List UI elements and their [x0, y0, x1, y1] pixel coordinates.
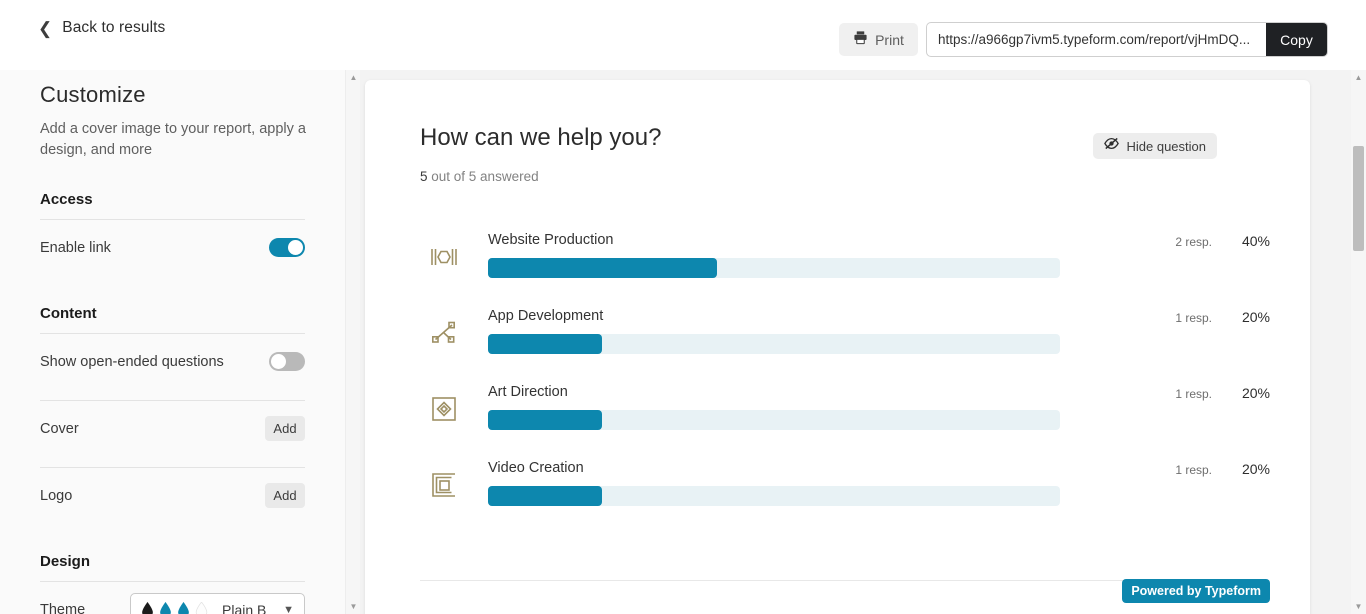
caret-up-icon[interactable]: ▲: [346, 70, 361, 85]
sidebar-scrollbar[interactable]: ▲ ▼: [345, 70, 360, 614]
layered-squares-icon: [427, 468, 461, 502]
page-title: Customize: [40, 82, 146, 107]
answer-bar-list: Website Production 2 resp. 40% App Devel…: [365, 232, 1310, 536]
theme-value: Plain B: [222, 601, 267, 614]
setting-row-theme: Theme Plain B ▼: [40, 582, 305, 614]
theme-swatch-droplet-icon: [142, 601, 153, 614]
hide-question-label: Hide question: [1126, 138, 1207, 154]
main-scrollbar[interactable]: ▲ ▼: [1351, 70, 1366, 614]
answer-bar-track: [488, 334, 1060, 354]
theme-swatch-droplet-icon: [178, 601, 189, 614]
section-heading-access: Access: [40, 191, 93, 209]
back-to-results-label: Back to results: [62, 19, 166, 36]
answer-bar-fill: [488, 486, 603, 506]
theme-label: Theme: [40, 601, 86, 614]
add-logo-button[interactable]: Add: [265, 483, 305, 509]
caret-down-icon[interactable]: ▼: [346, 599, 361, 614]
print-button[interactable]: Print: [839, 23, 918, 56]
answer-bar-fill: [488, 410, 603, 430]
answer-label: Art Direction: [488, 384, 568, 400]
answer-response-count: 1 resp.: [1175, 311, 1212, 325]
answered-count: 5: [420, 169, 428, 184]
setting-row-open-ended: Show open-ended questions: [40, 334, 305, 389]
caret-up-icon[interactable]: ▲: [1351, 70, 1366, 85]
setting-row-logo: Logo Add: [40, 468, 305, 523]
answer-label: Website Production: [488, 232, 614, 248]
answer-bar-row: Art Direction 1 resp. 20%: [365, 384, 1310, 460]
toggle-knob: [288, 240, 303, 256]
share-url-field-wrapper: https://a966gp7ivm5.typeform.com/report/…: [926, 22, 1328, 57]
answer-label: App Development: [488, 308, 604, 324]
print-label: Print: [875, 31, 904, 48]
toggle-knob: [271, 354, 286, 370]
answer-percent: 20%: [1241, 385, 1270, 401]
page-subtitle: Add a cover image to your report, apply …: [40, 121, 306, 159]
answered-summary: 5 out of 5 answered: [420, 169, 539, 184]
answer-bar-track: [488, 486, 1060, 506]
back-to-results-link[interactable]: ❮ Back to results: [38, 19, 165, 37]
customize-sidebar: Customize Add a cover image to your repo…: [0, 70, 345, 614]
answer-percent: 20%: [1241, 309, 1270, 325]
answer-response-count: 2 resp.: [1175, 235, 1212, 249]
logo-label: Logo: [40, 487, 73, 504]
answer-response-count: 1 resp.: [1175, 387, 1212, 401]
answer-percent: 40%: [1241, 233, 1270, 249]
answer-percent: 20%: [1241, 461, 1270, 477]
report-stage: How can we help you? 5 out of 5 answered…: [360, 70, 1366, 614]
enable-link-label: Enable link: [40, 239, 111, 256]
network-nodes-icon: [427, 316, 461, 350]
answer-bar-row: Website Production 2 resp. 40%: [365, 232, 1310, 308]
diamond-frame-icon: [427, 392, 461, 426]
add-cover-button[interactable]: Add: [265, 416, 305, 442]
chevron-left-icon: ❮: [38, 18, 53, 38]
hide-question-button[interactable]: Hide question: [1092, 133, 1217, 159]
powered-by-typeform-badge[interactable]: Powered by Typeform: [1122, 579, 1270, 603]
theme-swatch-droplet-icon: [160, 601, 171, 614]
answer-bar-row: App Development 1 resp. 20%: [365, 308, 1310, 384]
theme-select[interactable]: Plain B ▼: [130, 593, 305, 614]
answer-bar-track: [488, 258, 1060, 278]
cover-label: Cover: [40, 420, 79, 437]
report-card: How can we help you? 5 out of 5 answered…: [365, 80, 1310, 614]
copy-button[interactable]: Copy: [1266, 23, 1327, 56]
eye-off-icon: [1103, 137, 1119, 155]
theme-swatch-droplet-icon: [195, 601, 208, 614]
section-heading-design: Design: [40, 553, 91, 571]
chevron-down-icon: ▼: [283, 603, 294, 614]
answer-response-count: 1 resp.: [1175, 463, 1212, 477]
answer-bar-fill: [488, 334, 603, 354]
scrollbar-thumb[interactable]: [1353, 146, 1364, 251]
printer-icon: [853, 30, 868, 50]
setting-row-cover: Cover Add: [40, 401, 305, 456]
section-heading-content: Content: [40, 305, 97, 323]
production-frame-icon: [427, 240, 461, 274]
answer-bar-track: [488, 410, 1060, 430]
open-ended-label: Show open-ended questions: [40, 353, 224, 370]
answer-bar-row: Video Creation 1 resp. 20%: [365, 460, 1310, 536]
answer-label: Video Creation: [488, 460, 584, 476]
open-ended-toggle[interactable]: [269, 352, 305, 372]
answered-suffix: out of 5 answered: [427, 169, 539, 184]
answer-bar-fill: [488, 258, 717, 278]
caret-down-icon[interactable]: ▼: [1351, 599, 1366, 614]
setting-row-enable-link: Enable link: [40, 220, 305, 275]
enable-link-toggle[interactable]: [269, 238, 305, 258]
question-title: How can we help you?: [420, 124, 662, 151]
share-url-input[interactable]: https://a966gp7ivm5.typeform.com/report/…: [927, 23, 1266, 56]
top-bar: ❮ Back to results Print https://a966gp7i…: [0, 0, 1366, 70]
